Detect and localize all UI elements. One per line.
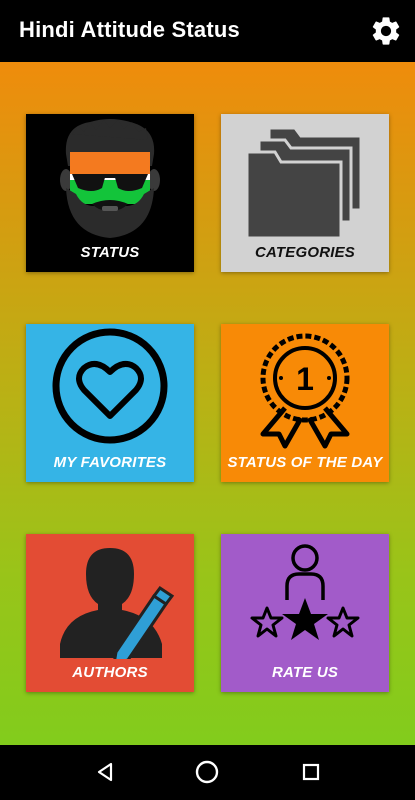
back-triangle-icon[interactable] <box>92 759 118 785</box>
system-nav-bar <box>0 745 415 800</box>
tile-label: RATE US <box>271 664 339 681</box>
recents-square-icon[interactable] <box>298 759 324 785</box>
app-title: Hindi Attitude Status <box>19 17 240 42</box>
tile-label: CATEGORIES <box>254 244 356 261</box>
bearded-man-sunglasses-icon <box>60 119 160 238</box>
award-badge-icon: 1 <box>260 333 350 449</box>
person-stars-icon <box>250 544 360 640</box>
categories-tile[interactable]: CATEGORIES <box>221 114 389 272</box>
tile-label: STATUS <box>80 244 140 261</box>
rate-us-tile[interactable]: RATE US <box>221 534 389 692</box>
heart-circle-icon <box>52 328 168 444</box>
app-bar: Hindi Attitude Status <box>0 0 415 62</box>
status-tile[interactable]: STATUS <box>26 114 194 272</box>
tile-label: STATUS OF THE DAY <box>227 454 383 471</box>
badge-number: 1 <box>296 361 314 397</box>
status-of-the-day-tile[interactable]: 1 STATUS OF THE DAY <box>221 324 389 482</box>
my-favorites-tile[interactable]: MY FAVORITES <box>26 324 194 482</box>
tile-label: AUTHORS <box>72 664 148 681</box>
tile-label: MY FAVORITES <box>53 454 167 471</box>
home-circle-icon[interactable] <box>194 759 220 785</box>
folders-icon <box>245 126 363 239</box>
dashboard-grid: STATUS CATEGORIES MY FAVORITES 1 STATUS … <box>0 62 415 745</box>
author-pen-icon <box>60 548 175 659</box>
authors-tile[interactable]: AUTHORS <box>26 534 194 692</box>
gear-icon[interactable] <box>369 14 403 48</box>
